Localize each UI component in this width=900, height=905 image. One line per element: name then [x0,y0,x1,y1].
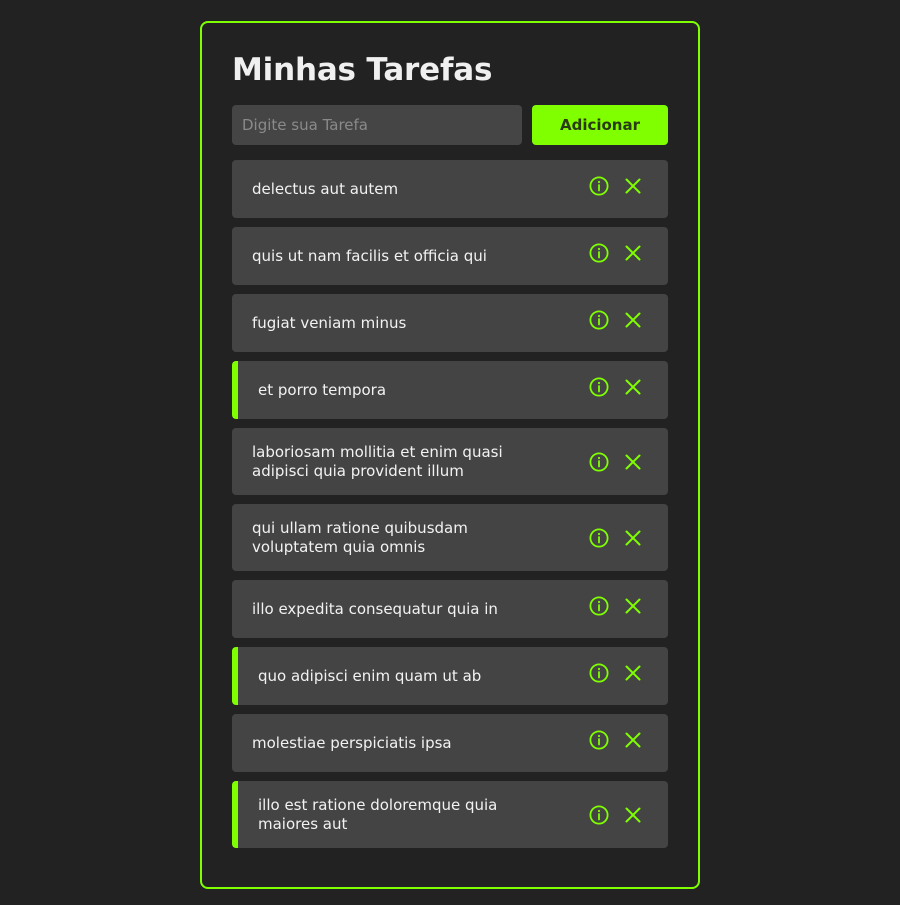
close-icon[interactable] [623,452,643,472]
task-title: qui ullam ratione quibusdam voluptatem q… [252,518,468,556]
info-icon[interactable] [589,377,609,397]
close-icon[interactable] [623,176,643,196]
task-actions [589,377,643,397]
add-task-button[interactable]: Adicionar [532,105,668,145]
task-title: laboriosam mollitia et enim quasi adipis… [252,442,503,480]
task-title: et porro tempora [258,380,387,399]
task-title: fugiat veniam minus [252,313,407,332]
task-item[interactable]: qui ullam ratione quibusdam voluptatem q… [232,504,668,571]
close-icon[interactable] [623,528,643,548]
task-actions [589,176,643,196]
info-icon[interactable] [589,451,609,472]
info-icon[interactable] [589,596,609,616]
close-icon[interactable] [623,805,643,825]
task-item[interactable]: fugiat veniam minus [232,294,668,352]
task-input[interactable] [232,105,522,145]
task-title: illo est ratione doloremque quia maiores… [258,795,498,833]
task-actions [589,310,643,330]
page-title: Minhas Tarefas [232,52,493,88]
task-item[interactable]: quo adipisci enim quam ut ab [232,647,668,705]
task-item[interactable]: delectus aut autem [232,160,668,218]
task-title: molestiae perspiciatis ipsa [252,733,452,752]
info-icon[interactable] [589,310,609,330]
close-icon[interactable] [623,377,643,397]
task-item[interactable]: illo est ratione doloremque quia maiores… [232,781,668,848]
close-icon[interactable] [623,730,643,750]
task-item[interactable]: molestiae perspiciatis ipsa [232,714,668,772]
task-actions [589,243,643,263]
task-title: delectus aut autem [252,179,399,198]
info-icon[interactable] [589,730,609,750]
task-item[interactable]: quis ut nam facilis et officia qui [232,227,668,285]
task-card: Minhas Tarefas Adicionar delectus aut au… [200,21,700,889]
task-actions [589,804,643,825]
task-title: quo adipisci enim quam ut ab [258,666,482,685]
info-icon[interactable] [589,804,609,825]
task-actions [589,730,643,750]
task-list: delectus aut autem quis ut nam facilis e… [232,160,668,857]
task-actions [589,527,643,548]
task-title: quis ut nam facilis et officia qui [252,246,487,265]
task-item[interactable]: et porro tempora [232,361,668,419]
task-actions [589,663,643,683]
task-item[interactable]: laboriosam mollitia et enim quasi adipis… [232,428,668,495]
task-actions [589,451,643,472]
close-icon[interactable] [623,243,643,263]
info-icon[interactable] [589,176,609,196]
close-icon[interactable] [623,310,643,330]
close-icon[interactable] [623,596,643,616]
task-title: illo expedita consequatur quia in [252,599,498,618]
close-icon[interactable] [623,663,643,683]
task-item[interactable]: illo expedita consequatur quia in [232,580,668,638]
info-icon[interactable] [589,527,609,548]
info-icon[interactable] [589,663,609,683]
task-actions [589,596,643,616]
info-icon[interactable] [589,243,609,263]
